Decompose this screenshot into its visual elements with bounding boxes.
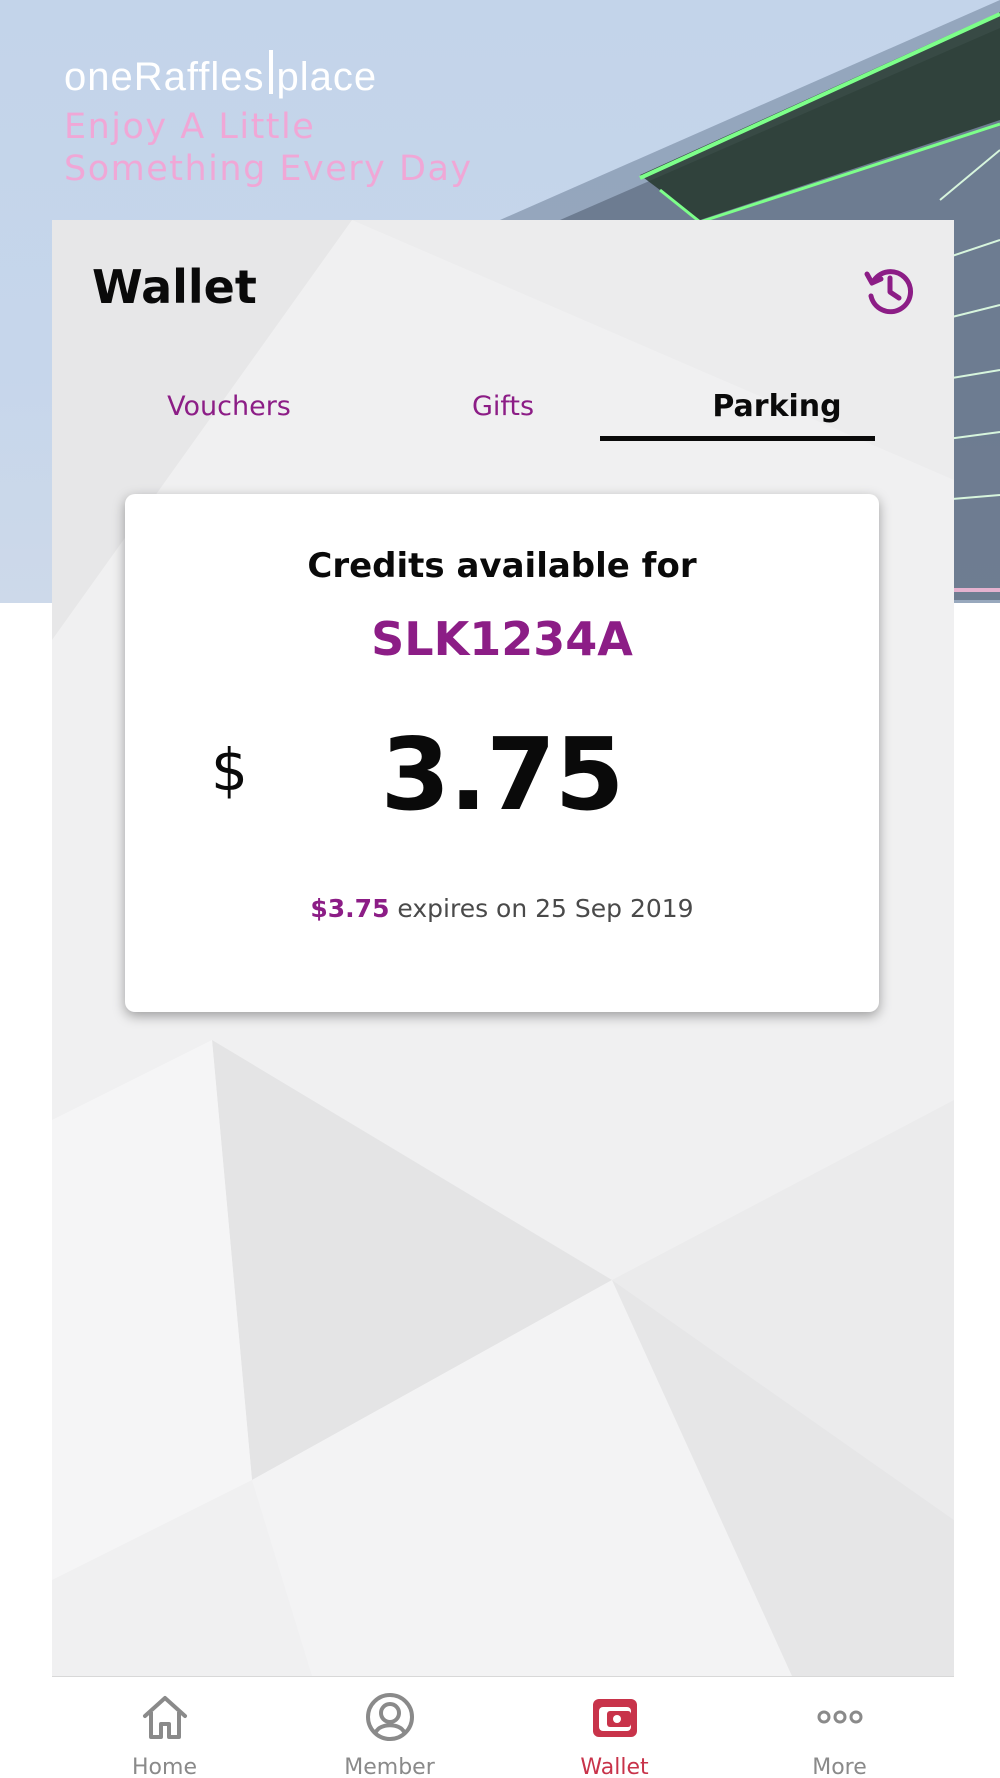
wallet-panel: Wallet Vouchers Gifts Parking Credits av… [52, 220, 954, 1676]
nav-more[interactable]: More [727, 1677, 952, 1778]
tagline-line-2: Something Every Day [64, 149, 473, 189]
page-title: Wallet [92, 260, 257, 314]
nav-member-label: Member [344, 1755, 435, 1778]
tagline-line-1: Enjoy A Little [64, 107, 316, 147]
brand-logo-text-2: place [276, 55, 378, 99]
app-screen: oneRaffles place Enjoy A Little Something… [0, 0, 1000, 1778]
active-tab-indicator [600, 436, 875, 441]
expiry-note: $3.75 expires on 25 Sep 2019 [125, 894, 879, 923]
parking-credits-card: Credits available for SLK1234A $ 3.75 $3… [125, 494, 879, 1012]
nav-home[interactable]: Home [52, 1677, 277, 1778]
expiry-text: expires on 25 Sep 2019 [389, 894, 694, 923]
credit-amount: 3.75 [380, 716, 625, 833]
vehicle-plate: SLK1234A [371, 612, 633, 666]
expiry-amount: $3.75 [310, 894, 390, 923]
history-icon-glyph [864, 269, 913, 315]
nav-wallet[interactable]: Wallet [502, 1677, 727, 1778]
tab-gifts[interactable]: Gifts [366, 370, 640, 442]
home-icon [143, 1696, 187, 1739]
tab-vouchers[interactable]: Vouchers [92, 370, 366, 442]
brand-logo: oneRaffles place [64, 50, 377, 100]
nav-more-label: More [812, 1755, 867, 1778]
tagline: Enjoy A Little Something Every Day [64, 106, 473, 190]
bottom-nav: Home Member Wallet More [52, 1676, 954, 1778]
nav-wallet-label: Wallet [580, 1755, 649, 1778]
tab-parking[interactable]: Parking [640, 370, 914, 442]
history-icon[interactable] [861, 262, 917, 318]
member-icon [366, 1693, 414, 1741]
nav-home-label: Home [132, 1755, 197, 1778]
credits-title: Credits available for [307, 546, 697, 586]
nav-member[interactable]: Member [277, 1677, 502, 1778]
brand-logo-text: oneRaffles [64, 55, 265, 99]
wallet-icon [593, 1699, 637, 1737]
more-icon [817, 1710, 863, 1724]
